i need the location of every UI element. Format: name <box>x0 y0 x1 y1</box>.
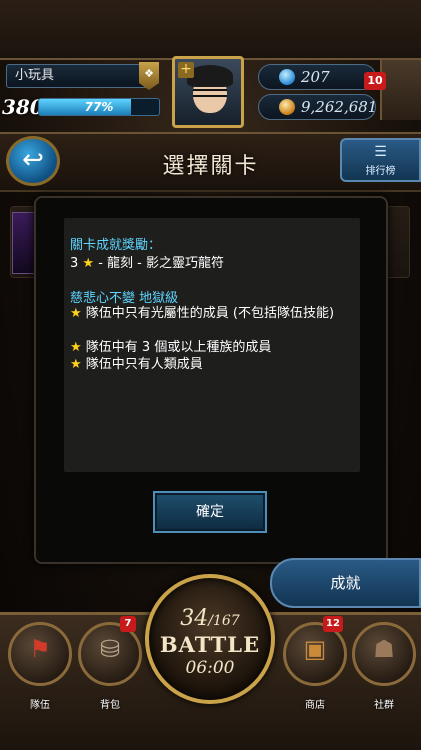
team-button[interactable]: ⚑ <box>8 622 72 686</box>
condition-item: ★ 隊伍中只有光屬性的成員 (不包括隊伍技能) <box>70 305 360 322</box>
social-label: 社群 <box>374 700 394 711</box>
top-ornament <box>0 0 421 60</box>
reward-count: 3 <box>70 256 83 271</box>
ranking-button[interactable]: ☰ 排行榜 <box>340 138 421 182</box>
coin-icon <box>279 99 295 115</box>
back-arrow-icon: ↩ <box>22 145 44 175</box>
mission-heading: 慈悲心不變 地獄級 <box>70 291 179 306</box>
stamina-timer: 06:00 <box>185 658 235 678</box>
mail-badge: 10 <box>364 72 386 90</box>
stamina-max: /167 <box>208 613 240 629</box>
reward-text: - 龍刻 - 影之靈巧龍符 <box>94 256 224 271</box>
confirm-button[interactable]: 確定 <box>153 491 267 533</box>
stamina-counter: 34/167 <box>149 606 271 631</box>
team-label: 隊伍 <box>30 700 50 711</box>
condition-item: ★ 隊伍中只有人類成員 <box>70 356 360 373</box>
battle-label: BATTLE <box>159 632 261 657</box>
shop-badge: 12 <box>323 616 343 632</box>
star-icon: ★ <box>82 256 95 271</box>
mailbox-button[interactable] <box>380 60 421 120</box>
reward-heading: 關卡成就獎勵： <box>70 238 162 253</box>
shop-label: 商店 <box>305 700 325 711</box>
star-icon: ★ <box>70 357 82 372</box>
reward-line: 3 ★ - 龍刻 - 影之靈巧龍符 <box>70 252 224 271</box>
gem-counter[interactable]: 207 <box>258 64 376 90</box>
coin-count: 9,262,681 <box>301 98 378 116</box>
gem-count: 207 <box>301 68 330 86</box>
list-icon: ☰ <box>374 144 387 160</box>
treasure-chest-icon: ▣ <box>303 635 327 663</box>
plus-icon[interactable]: + <box>178 62 194 78</box>
exp-percent: 77% <box>84 100 114 114</box>
bag-icon: ⛁ <box>99 635 121 663</box>
achievement-button[interactable]: 成就 <box>270 558 421 608</box>
condition-text: 隊伍中只有人類成員 <box>85 357 203 372</box>
star-icon: ★ <box>70 306 82 321</box>
social-button[interactable]: ☗ <box>352 622 416 686</box>
avatar[interactable]: + <box>172 56 244 128</box>
page-title: 選擇關卡 <box>162 154 259 179</box>
ranking-label: 排行榜 <box>365 166 396 177</box>
stamina-current: 34 <box>180 606 209 631</box>
condition-text: 隊伍中有 3 個或以上種族的成員 <box>85 340 272 355</box>
condition-item: ★ 隊伍中有 3 個或以上種族的成員 <box>70 339 360 356</box>
back-button[interactable]: ↩ <box>6 136 60 186</box>
bag-label: 背包 <box>100 700 120 711</box>
avatar-glasses <box>193 89 227 97</box>
gem-icon <box>279 69 295 85</box>
star-icon: ★ <box>70 340 82 355</box>
coin-counter[interactable]: 9,262,681 <box>258 94 378 120</box>
flag-icon: ⚑ <box>29 635 51 663</box>
exp-bar: 77% <box>38 98 160 116</box>
bag-badge: 7 <box>120 616 136 632</box>
condition-text: 隊伍中只有光屬性的成員 (不包括隊伍技能) <box>85 306 335 321</box>
battle-button[interactable]: 34/167 BATTLE 06:00 <box>145 574 275 704</box>
people-icon: ☗ <box>373 635 395 663</box>
player-name[interactable]: 小玩具 <box>6 64 154 88</box>
